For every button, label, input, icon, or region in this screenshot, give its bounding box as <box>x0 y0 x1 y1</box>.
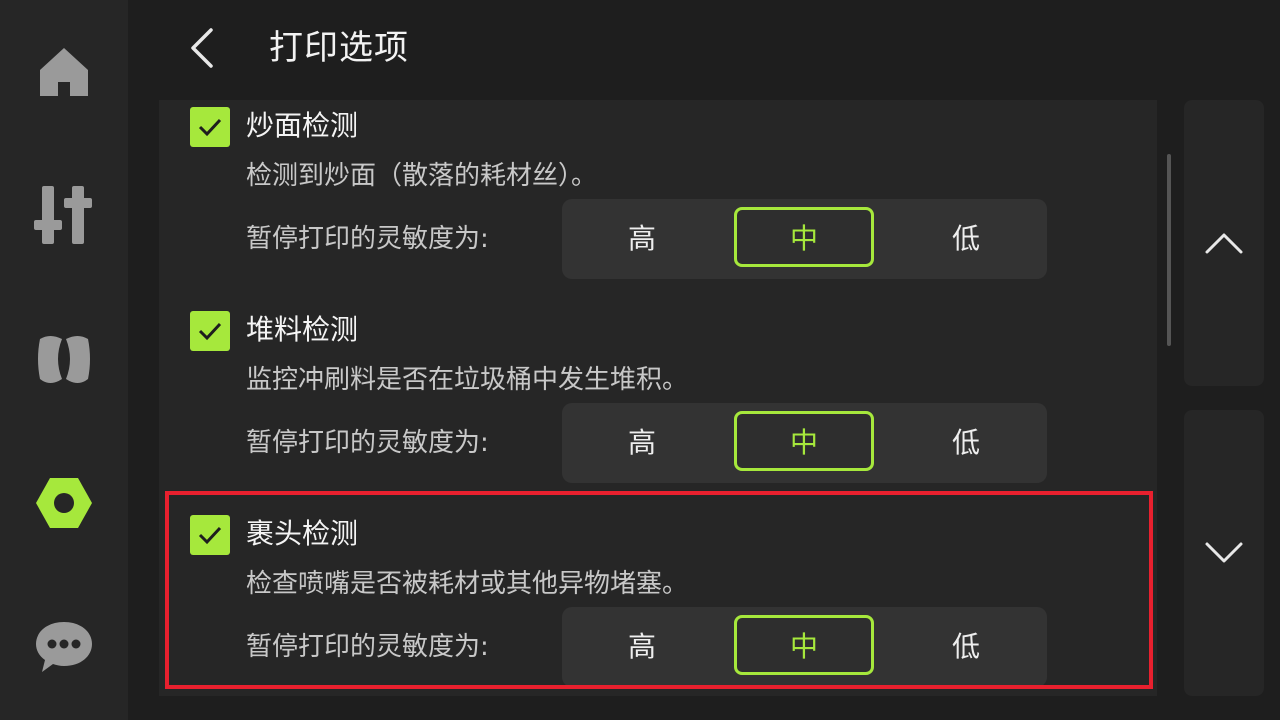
sensitivity-selector: 高 中 低 <box>562 199 1047 279</box>
nav-controls-button[interactable] <box>24 175 104 255</box>
check-icon <box>198 118 222 137</box>
sensitivity-label: 暂停打印的灵敏度为: <box>246 224 489 254</box>
nav-messages-button[interactable] <box>24 606 104 686</box>
settings-nut-icon <box>36 478 92 528</box>
check-icon <box>198 526 222 545</box>
option-title: 炒面检测 <box>246 109 359 142</box>
page-title: 打印选项 <box>269 28 409 68</box>
option-description: 监控冲刷料是否在垃圾桶中发生堆积。 <box>246 365 689 395</box>
sensitivity-high-button[interactable]: 高 <box>572 207 712 267</box>
scrollbar[interactable] <box>1167 154 1171 346</box>
option-spaghetti-detection: 炒面检测 检测到炒面（散落的耗材丝）。 暂停打印的灵敏度为: 高 中 低 <box>159 100 1157 300</box>
nav-settings-button[interactable] <box>24 463 104 543</box>
sensitivity-high-button[interactable]: 高 <box>572 615 712 675</box>
chevron-left-icon <box>191 28 213 68</box>
sensitivity-label: 暂停打印的灵敏度为: <box>246 632 489 662</box>
scroll-down-button[interactable] <box>1184 410 1264 696</box>
sidebar <box>0 0 128 720</box>
check-icon <box>198 322 222 341</box>
nav-filament-button[interactable] <box>24 319 104 399</box>
sensitivity-low-button[interactable]: 低 <box>896 411 1036 471</box>
option-title: 裹头检测 <box>246 517 359 550</box>
chat-icon <box>36 622 92 672</box>
sensitivity-label: 暂停打印的灵敏度为: <box>246 428 489 458</box>
option-description: 检测到炒面（散落的耗材丝）。 <box>246 161 598 191</box>
scroll-up-button[interactable] <box>1184 100 1264 386</box>
sensitivity-selector: 高 中 低 <box>562 403 1047 483</box>
options-panel: 炒面检测 检测到炒面（散落的耗材丝）。 暂停打印的灵敏度为: 高 中 低 堆料检… <box>159 100 1157 696</box>
header: 打印选项 <box>128 0 1280 96</box>
home-icon <box>40 48 88 96</box>
sensitivity-medium-button[interactable]: 中 <box>734 615 874 675</box>
filament-icon <box>38 336 90 383</box>
option-description: 检查喷嘴是否被耗材或其他异物堵塞。 <box>246 569 689 599</box>
chevron-down-icon <box>1205 542 1243 563</box>
sensitivity-medium-button[interactable]: 中 <box>734 207 874 267</box>
option-nozzle-clumping-detection: 裹头检测 检查喷嘴是否被耗材或其他异物堵塞。 暂停打印的灵敏度为: 高 中 低 <box>159 508 1157 696</box>
sensitivity-medium-button[interactable]: 中 <box>734 411 874 471</box>
option-title: 堆料检测 <box>246 313 359 346</box>
spaghetti-detection-checkbox[interactable] <box>190 107 230 147</box>
sensitivity-selector: 高 中 低 <box>562 607 1047 687</box>
sliders-icon <box>34 186 92 244</box>
chevron-up-icon <box>1205 233 1243 254</box>
sensitivity-low-button[interactable]: 低 <box>896 615 1036 675</box>
sensitivity-low-button[interactable]: 低 <box>896 207 1036 267</box>
option-purge-buildup-detection: 堆料检测 监控冲刷料是否在垃圾桶中发生堆积。 暂停打印的灵敏度为: 高 中 低 <box>159 304 1157 504</box>
back-button[interactable] <box>176 22 228 74</box>
sensitivity-high-button[interactable]: 高 <box>572 411 712 471</box>
nav-home-button[interactable] <box>24 32 104 112</box>
purge-buildup-detection-checkbox[interactable] <box>190 311 230 351</box>
nozzle-clumping-detection-checkbox[interactable] <box>190 515 230 555</box>
